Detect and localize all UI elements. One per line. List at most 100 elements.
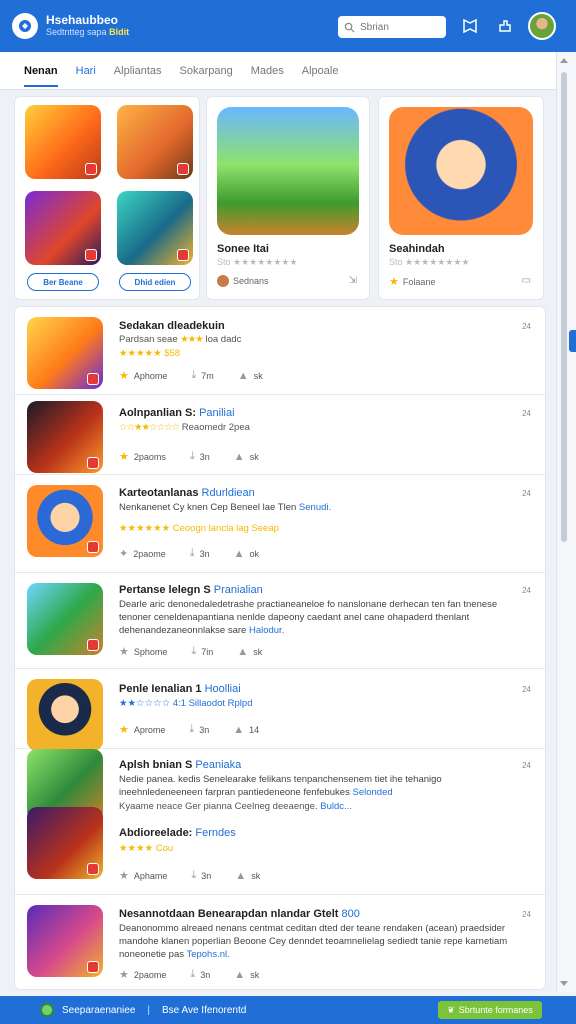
more-link[interactable]: Halodur.: [249, 625, 284, 636]
favorite-button[interactable]: ★ 2paome: [119, 968, 166, 981]
star-icon: ★: [389, 276, 399, 288]
chat-icon[interactable]: ▭: [522, 275, 531, 286]
card-rating: Sto ★★★★★★★★: [389, 257, 470, 267]
item-title[interactable]: Aplsh bnian S Peaniaka: [119, 759, 241, 771]
list-item[interactable]: Karteotanlanas Rdurldiean Nenkanenet Cy …: [15, 475, 545, 573]
item-actions: ★ Aphame ⤓ 3n ▲ sk: [119, 869, 260, 882]
item-title[interactable]: Sedakan dleadekuin: [119, 320, 225, 332]
favorite-button[interactable]: ★ Aphome: [119, 369, 167, 382]
brand: Hsehaubbeo Sedtntteg sapa Bldit: [46, 14, 129, 37]
favorite-button[interactable]: ★ Sphome: [119, 645, 167, 658]
tab-nenan[interactable]: Nenan: [24, 65, 58, 87]
download-icon: ⤓: [191, 369, 197, 381]
scroll-down-icon[interactable]: [560, 981, 568, 986]
badge-icon: [87, 863, 99, 875]
game-icon-firecap[interactable]: [117, 191, 193, 265]
time-button[interactable]: ⤓ 3n: [190, 547, 210, 560]
favorite-button[interactable]: ★ Aphame: [119, 869, 167, 882]
time-button[interactable]: ⤓ 7m: [191, 369, 213, 382]
game-icon-hammer-hero[interactable]: [25, 105, 101, 179]
game-icon-cowboy[interactable]: [117, 105, 193, 179]
featured-card-c[interactable]: Seahindah Sto ★★★★★★★★ ★ Folaane ▭: [378, 96, 544, 300]
app-icon[interactable]: [27, 807, 103, 879]
time-button[interactable]: ⤓ 3n: [189, 723, 209, 736]
mini-action-button-1[interactable]: Ber Beane: [27, 273, 99, 291]
like-icon: ▲: [237, 645, 249, 658]
app-icon[interactable]: [27, 317, 103, 389]
top-bar: Hsehaubbeo Sedtntteg sapa Bldit: [0, 0, 576, 52]
item-actions: ★ 2paoms ⤓ 3n ▲ sk: [119, 450, 259, 463]
more-link[interactable]: Selonded: [352, 787, 392, 798]
search-input[interactable]: [360, 21, 440, 33]
item-rating: ★★★★ Cou: [119, 843, 174, 854]
search-box[interactable]: [338, 16, 446, 38]
game-art-star-kid[interactable]: [389, 107, 533, 235]
app-icon[interactable]: [27, 583, 103, 655]
time-button[interactable]: ⤓ 3n: [190, 450, 210, 463]
more-link[interactable]: Buldc...: [320, 801, 352, 812]
card-title: Seahindah: [389, 243, 445, 255]
list-item[interactable]: Aolnpanlian S: Paniliai ☆☆★★☆☆☆☆ Reaomed…: [15, 395, 545, 475]
favorite-button[interactable]: ✦ 2paome: [119, 547, 166, 560]
like-button[interactable]: ▲ 14: [233, 723, 259, 736]
like-button[interactable]: ▲ sk: [238, 369, 263, 382]
list-item[interactable]: Penle Ienalian 1 Hoolliai ★★☆☆☆☆ 4:1 Sil…: [15, 669, 545, 751]
time-button[interactable]: ⤓ 7in: [191, 645, 213, 658]
user-avatar[interactable]: [528, 12, 556, 40]
star-icon: ★: [119, 870, 129, 882]
puzzle-icon[interactable]: [495, 16, 515, 36]
featured-card-b[interactable]: Sonee Itai Sto ★★★★★★★★ Sednans ⇲: [206, 96, 370, 300]
side-panel-handle[interactable]: [569, 330, 576, 352]
list-item[interactable]: Pertanse lelegn S Pranialian Dearle aric…: [15, 573, 545, 669]
like-button[interactable]: ▲ ok: [234, 547, 259, 560]
share-icon[interactable]: ⇲: [349, 275, 357, 286]
item-title[interactable]: Pertanse lelegn S Pranialian: [119, 584, 263, 596]
game-art-warrior[interactable]: [217, 107, 359, 235]
item-title[interactable]: Nesannotdaan Benearapdan nlandar Gtelt 8…: [119, 908, 360, 920]
download-icon: ⤓: [189, 450, 195, 462]
more-link[interactable]: Senudi.: [299, 502, 331, 513]
item-meta: ★★☆☆☆☆ 4:1 Sillaodot Rplpd: [119, 698, 253, 709]
tab-sokarpang[interactable]: Sokarpang: [180, 65, 233, 77]
item-title[interactable]: Karteotanlanas Rdurldiean: [119, 487, 255, 499]
time-button[interactable]: ⤓ 3n: [191, 869, 211, 882]
footer-action-button[interactable]: ❦ Sbrtunte formanes: [438, 1001, 542, 1019]
favorite-button[interactable]: ★ Aprome: [119, 723, 165, 736]
item-note: Kyaame neace Ger pianna Ceelneg deeaenge…: [119, 801, 352, 812]
item-count: 24: [522, 409, 531, 418]
app-icon[interactable]: [27, 905, 103, 977]
scroll-up-icon[interactable]: [560, 58, 568, 63]
app-icon[interactable]: [27, 679, 103, 751]
like-button[interactable]: ▲ sk: [234, 450, 259, 463]
tab-alpoale[interactable]: Alpoale: [302, 65, 339, 77]
game-icon-space-hero[interactable]: [25, 191, 101, 265]
app-icon[interactable]: [27, 401, 103, 473]
like-button[interactable]: ▲ sk: [235, 869, 260, 882]
more-link[interactable]: Tepohs.nl.: [186, 949, 229, 960]
star-icon: ★: [119, 724, 129, 736]
favorite-button[interactable]: ★ 2paoms: [119, 450, 166, 463]
app-logo-icon[interactable]: [12, 13, 38, 39]
mini-action-button-2[interactable]: Dhid edien: [119, 273, 191, 291]
bookmark-icon[interactable]: [460, 16, 480, 36]
author-avatar: [217, 275, 229, 287]
list-item[interactable]: Nesannotdaan Benearapdan nlandar Gtelt 8…: [15, 895, 545, 989]
app-icon[interactable]: [27, 485, 103, 557]
bookmark-icon: ✦: [119, 548, 129, 560]
scrollbar[interactable]: [556, 52, 576, 992]
list-item[interactable]: Aplsh bnian S Peaniaka Nedie panea. kedi…: [15, 749, 545, 895]
footer-mid-text[interactable]: Bse Ave Ifenorentd: [162, 1005, 246, 1016]
like-button[interactable]: ▲ sk: [234, 968, 259, 981]
item-title[interactable]: Penle Ienalian 1 Hoolliai: [119, 683, 241, 695]
tab-alpliantas[interactable]: Alpliantas: [114, 65, 162, 77]
item-subtitle[interactable]: Abdioreelade: Ferndes: [119, 827, 236, 839]
item-title[interactable]: Aolnpanlian S: Paniliai: [119, 407, 235, 419]
footer-left-text[interactable]: Seeparaenaniee: [62, 1005, 135, 1016]
badge-icon: [177, 163, 189, 175]
list-item[interactable]: Sedakan dleadekuin Pardsan seae ★★★ loa …: [15, 307, 545, 395]
time-button[interactable]: ⤓ 3n: [190, 968, 210, 981]
scroll-thumb[interactable]: [561, 72, 567, 542]
tab-hari[interactable]: Hari: [76, 65, 96, 77]
tab-mades[interactable]: Mades: [251, 65, 284, 77]
like-button[interactable]: ▲ sk: [237, 645, 262, 658]
